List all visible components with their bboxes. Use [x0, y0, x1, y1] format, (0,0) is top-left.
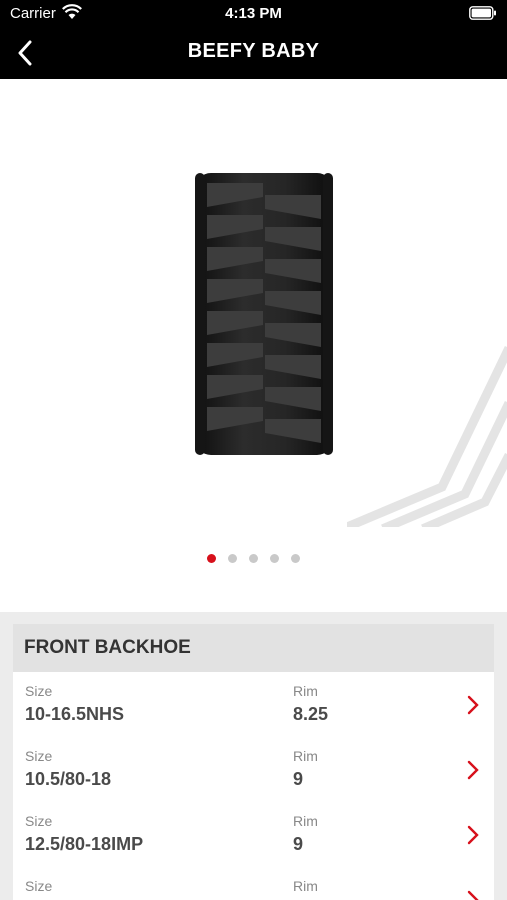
nav-bar: BEEFY BABY	[0, 28, 507, 79]
size-list-card: FRONT BACKHOE Size 10-16.5NHS Rim 8.25 S…	[13, 624, 494, 900]
size-value: 10-16.5NHS	[25, 704, 125, 724]
chevron-right-icon	[467, 760, 479, 780]
chevron-right-icon	[467, 890, 479, 900]
top-bar: Carrier 4:13 PM BEEFY BABY	[0, 0, 507, 79]
list-item[interactable]: Size 10-16.5NHS Rim 8.25	[13, 672, 494, 737]
rim-label: Rim	[293, 683, 318, 699]
page-dot[interactable]	[291, 554, 300, 563]
page-dot[interactable]	[228, 554, 237, 563]
chevron-right-icon	[467, 695, 479, 715]
size-label: Size	[25, 813, 53, 829]
page-dot[interactable]	[207, 554, 216, 563]
tire-product-image	[195, 173, 333, 455]
status-bar: Carrier 4:13 PM	[0, 0, 507, 28]
size-value: 12.5/80-18IMP	[25, 834, 144, 854]
list-item[interactable]: Size Rim	[13, 867, 494, 900]
rim-label: Rim	[293, 813, 318, 829]
size-label: Size	[25, 878, 53, 894]
size-label: Size	[25, 748, 53, 764]
rim-value: 9	[293, 834, 304, 854]
size-value: 10.5/80-18	[25, 769, 112, 789]
rim-label: Rim	[293, 748, 318, 764]
list-item[interactable]: Size 12.5/80-18IMP Rim 9	[13, 802, 494, 867]
page-title: BEEFY BABY	[187, 40, 320, 62]
page-dot[interactable]	[270, 554, 279, 563]
size-label: Size	[25, 683, 53, 699]
specs-panel: FRONT BACKHOE Size 10-16.5NHS Rim 8.25 S…	[0, 612, 507, 900]
clock: 4:13 PM	[225, 5, 282, 22]
product-image-carousel[interactable]	[0, 79, 507, 532]
section-title: FRONT BACKHOE	[13, 624, 494, 672]
rim-value: 8.25	[293, 704, 329, 724]
rim-value: 9	[293, 769, 304, 789]
rim-label: Rim	[293, 878, 318, 894]
decorative-stripes	[347, 345, 507, 527]
page-dot[interactable]	[249, 554, 258, 563]
carousel-page-indicator[interactable]	[0, 554, 507, 568]
battery-icon	[469, 6, 496, 20]
list-item[interactable]: Size 10.5/80-18 Rim 9	[13, 737, 494, 802]
chevron-right-icon	[467, 825, 479, 845]
